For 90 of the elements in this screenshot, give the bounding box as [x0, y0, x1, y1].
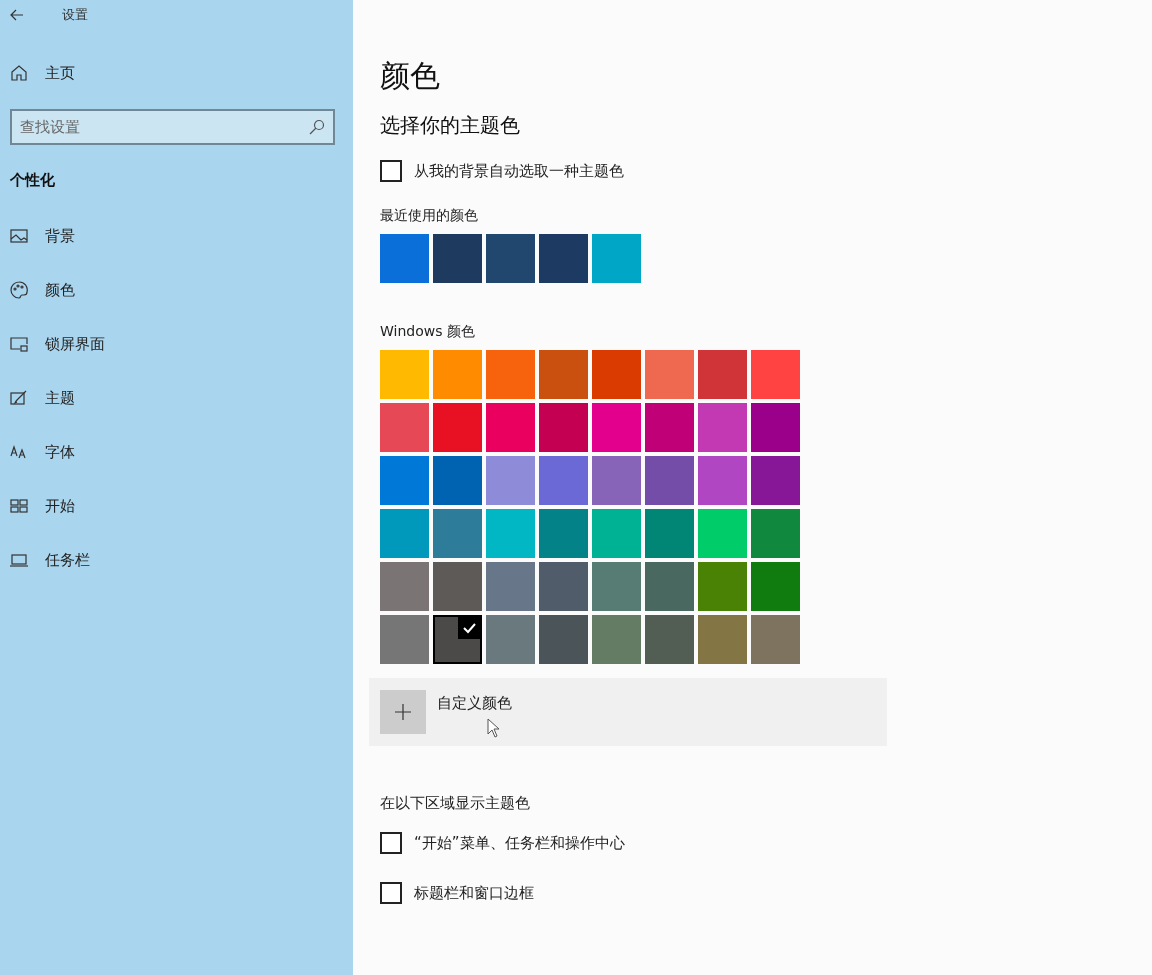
color-swatch[interactable] [645, 561, 694, 611]
color-swatch[interactable] [433, 508, 482, 558]
section-heading: 个性化 [10, 169, 56, 191]
color-swatch[interactable] [592, 349, 641, 399]
search-field[interactable]: 查找设置 [10, 108, 335, 145]
color-swatch[interactable] [486, 508, 535, 558]
nav-item[interactable]: 任务栏 [10, 549, 335, 571]
checkbox-label: 从我的背景自动选取一种主题色 [414, 161, 624, 182]
color-swatch[interactable] [592, 402, 641, 452]
color-swatch[interactable] [645, 349, 694, 399]
color-swatch[interactable] [486, 614, 535, 664]
color-swatch[interactable] [698, 561, 747, 611]
color-swatch[interactable] [751, 508, 800, 558]
page-title: 颜色 [380, 57, 441, 95]
checkmark-icon [458, 616, 480, 639]
color-swatch[interactable] [751, 455, 800, 505]
color-swatch[interactable] [486, 561, 535, 611]
color-swatch[interactable] [698, 508, 747, 558]
color-swatch[interactable] [433, 402, 482, 452]
color-swatch[interactable] [486, 233, 535, 283]
picture-icon [10, 227, 28, 245]
color-swatch[interactable] [539, 455, 588, 505]
color-swatch[interactable] [380, 233, 429, 283]
color-swatch[interactable] [486, 402, 535, 452]
nav-item[interactable]: 锁屏界面 [10, 333, 335, 355]
checkbox-label: “开始”菜单、任务栏和操作中心 [414, 833, 625, 854]
color-swatch[interactable] [539, 561, 588, 611]
color-swatch[interactable] [380, 561, 429, 611]
color-swatch[interactable] [592, 508, 641, 558]
brush-icon [10, 389, 28, 407]
color-swatch[interactable] [380, 402, 429, 452]
color-swatch[interactable] [380, 455, 429, 505]
color-swatch[interactable] [380, 614, 429, 664]
color-swatch[interactable] [698, 455, 747, 505]
nav-item[interactable]: 主题 [10, 387, 335, 409]
color-swatch[interactable] [539, 508, 588, 558]
color-swatch[interactable] [751, 614, 800, 664]
color-swatch[interactable] [592, 455, 641, 505]
color-swatch[interactable] [645, 508, 694, 558]
search-icon [309, 118, 325, 135]
monitor-lock-icon [10, 335, 28, 353]
nav-item[interactable]: 颜色 [10, 279, 335, 301]
plus-icon [380, 689, 426, 734]
nav-item[interactable]: 开始 [10, 495, 335, 517]
cursor-icon [487, 717, 501, 738]
custom-color-button[interactable]: 自定义颜色 [369, 677, 887, 746]
windows-colors-label: Windows 颜色 [380, 321, 476, 341]
home-icon [10, 64, 28, 83]
color-swatch[interactable] [539, 402, 588, 452]
color-swatch[interactable] [539, 349, 588, 399]
color-swatch[interactable] [698, 614, 747, 664]
window-title: 设置 [62, 6, 88, 25]
color-swatch[interactable] [698, 349, 747, 399]
checkbox[interactable] [380, 160, 402, 183]
custom-color-label: 自定义颜色 [437, 692, 512, 714]
color-swatch[interactable] [592, 233, 641, 283]
checkbox[interactable] [380, 832, 402, 855]
color-swatch[interactable] [433, 233, 482, 283]
laptop-icon [10, 551, 28, 569]
color-swatch[interactable] [380, 349, 429, 399]
color-swatch[interactable] [592, 561, 641, 611]
color-swatch[interactable] [433, 561, 482, 611]
color-swatch[interactable] [433, 614, 482, 664]
tiles-icon [10, 497, 28, 515]
palette-icon [10, 281, 28, 299]
color-swatch[interactable] [698, 402, 747, 452]
color-swatch[interactable] [539, 614, 588, 664]
nav-item[interactable]: 背景 [10, 225, 335, 247]
accent-surfaces-label: 在以下区域显示主题色 [380, 792, 531, 814]
color-swatch[interactable] [751, 402, 800, 452]
color-swatch[interactable] [592, 614, 641, 664]
color-swatch[interactable] [539, 233, 588, 283]
nav-item[interactable]: 字体 [10, 441, 335, 463]
color-swatch[interactable] [433, 455, 482, 505]
back-icon[interactable] [10, 9, 24, 21]
checkbox-label: 标题栏和窗口边框 [414, 882, 534, 904]
color-swatch[interactable] [645, 455, 694, 505]
color-swatch[interactable] [380, 508, 429, 558]
color-swatch[interactable] [486, 455, 535, 505]
home-link[interactable]: 主页 [10, 62, 335, 85]
color-swatch[interactable] [645, 402, 694, 452]
color-swatch[interactable] [433, 349, 482, 399]
checkbox[interactable] [380, 881, 402, 904]
color-swatch[interactable] [751, 561, 800, 611]
color-swatch[interactable] [486, 349, 535, 399]
color-swatch[interactable] [645, 614, 694, 664]
color-swatch[interactable] [751, 349, 800, 399]
font-icon [10, 443, 28, 461]
section-title: 选择你的主题色 [380, 112, 521, 139]
recent-colors-label: 最近使用的颜色 [380, 205, 479, 225]
